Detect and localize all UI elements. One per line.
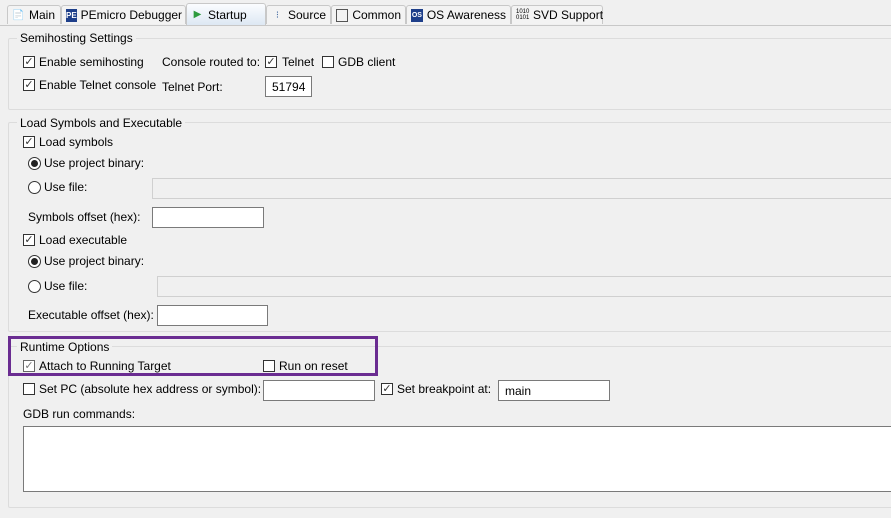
tab-label: Main	[29, 8, 56, 22]
checkbox-label: GDB client	[338, 55, 396, 69]
tab-label: Startup	[208, 7, 247, 22]
radio-label: Use project binary:	[44, 254, 145, 268]
gdb-run-commands-label: GDB run commands:	[23, 407, 136, 421]
radio-label: Use project binary:	[44, 156, 145, 170]
telnet-checkbox[interactable]: ✓	[265, 56, 277, 68]
checkbox-label: Telnet	[282, 55, 315, 69]
radio-label: Use file:	[44, 180, 88, 194]
set-pc-input[interactable]	[263, 380, 375, 401]
checkbox-label: Set PC (absolute hex address or symbol):	[39, 382, 262, 396]
executable-offset-label: Executable offset (hex):	[28, 308, 154, 322]
tab-label: Source	[287, 8, 326, 22]
symbols-use-project-binary-radio[interactable]	[28, 157, 41, 170]
set-pc-checkbox[interactable]	[23, 383, 35, 395]
tab-common[interactable]: Common	[331, 5, 406, 24]
telnet-port-label: Telnet Port:	[162, 80, 223, 94]
load-executable-checkbox[interactable]: ✓	[23, 234, 35, 246]
group-title: Load Symbols and Executable	[17, 116, 186, 130]
tab-main[interactable]: 📄 Main	[7, 5, 61, 24]
set-breakpoint-checkbox[interactable]: ✓	[381, 383, 393, 395]
tab-svd-support[interactable]: 1010 0101 SVD Support	[511, 5, 603, 24]
checkbox-label: Load symbols	[39, 135, 114, 149]
load-symbols-checkbox[interactable]: ✓	[23, 136, 35, 148]
executable-use-project-binary-radio[interactable]	[28, 255, 41, 268]
play-icon: ▶	[193, 9, 202, 20]
checkbox-label: Load executable	[39, 233, 128, 247]
group-title: Semihosting Settings	[17, 31, 136, 45]
gdb-run-commands-textarea[interactable]	[23, 426, 891, 492]
enable-telnet-console-checkbox[interactable]: ✓	[23, 79, 35, 91]
semihosting-group	[8, 38, 891, 110]
tab-source[interactable]: ⁝ Source	[266, 5, 331, 24]
checkbox-label: Set breakpoint at:	[397, 382, 492, 396]
symbols-use-file-radio[interactable]	[28, 181, 41, 194]
breakpoint-input[interactable]: main	[498, 380, 610, 401]
highlight-box	[8, 336, 378, 376]
console-routed-label: Console routed to:	[162, 55, 261, 69]
tab-label: PEmicro Debugger	[80, 8, 183, 22]
os-icon: OS	[411, 8, 423, 22]
tab-os-awareness[interactable]: OS OS Awareness	[406, 5, 511, 24]
telnet-port-input[interactable]: 51794	[265, 76, 312, 97]
pemicro-icon: PE	[66, 8, 77, 22]
checkbox-label: Enable Telnet console	[39, 78, 157, 92]
executable-file-input[interactable]	[157, 276, 891, 297]
radio-label: Use file:	[44, 279, 88, 293]
checkbox-label: Enable semihosting	[39, 55, 144, 69]
tab-label: Common	[352, 8, 401, 22]
symbols-offset-label: Symbols offset (hex):	[28, 210, 141, 224]
tab-label: SVD Support	[533, 8, 604, 22]
common-icon	[336, 8, 349, 22]
tab-startup[interactable]: ▶ Startup	[186, 3, 266, 25]
gdb-client-checkbox[interactable]	[322, 56, 334, 68]
tab-label: OS Awareness	[426, 8, 506, 22]
source-icon: ⁝	[275, 9, 280, 21]
load-group	[8, 122, 891, 332]
symbols-file-input[interactable]	[152, 178, 891, 199]
executable-use-file-radio[interactable]	[28, 280, 41, 293]
document-icon: 📄	[12, 9, 25, 21]
tab-pemicro-debugger[interactable]: PE PEmicro Debugger	[61, 5, 186, 24]
enable-semihosting-checkbox[interactable]: ✓	[23, 56, 35, 68]
tab-bar: 📄 Main PE PEmicro Debugger ▶ Startup ⁝ Sourc…	[0, 0, 891, 26]
symbols-offset-input[interactable]	[152, 207, 264, 228]
executable-offset-input[interactable]	[157, 305, 268, 326]
binary-icon: 1010 0101	[516, 8, 530, 21]
